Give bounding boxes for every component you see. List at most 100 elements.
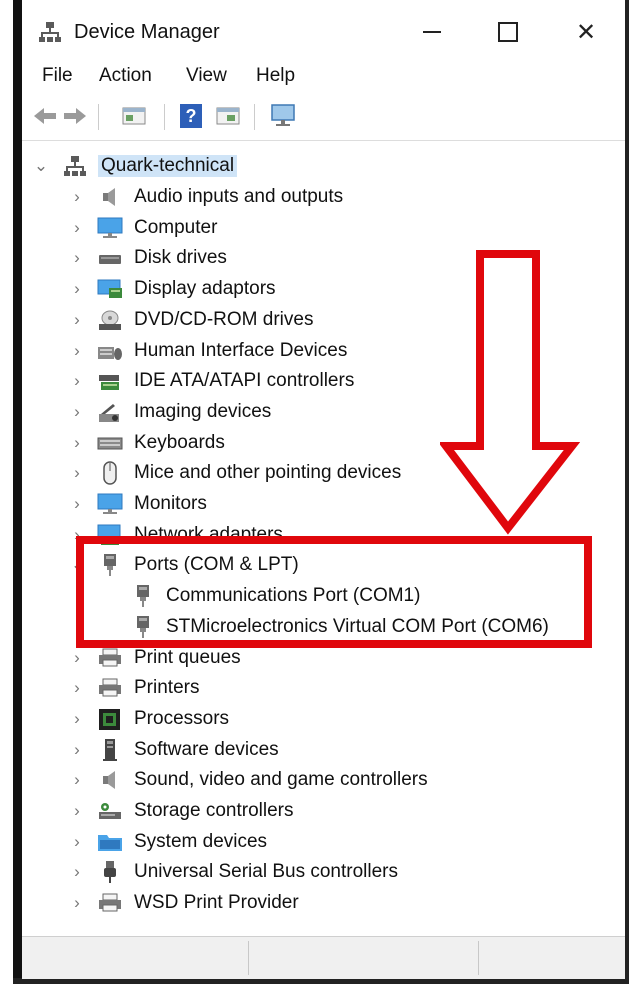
close-icon: ✕	[575, 18, 597, 46]
tree-item[interactable]: › Display adaptors	[22, 274, 622, 304]
tree-item[interactable]: › Printers	[22, 673, 622, 703]
chevron-right-icon[interactable]: ›	[70, 494, 84, 514]
chevron-right-icon[interactable]: ›	[70, 402, 84, 422]
tree-item[interactable]: › Keyboards	[22, 428, 622, 458]
chevron-right-icon[interactable]: ›	[70, 740, 84, 760]
tree-item[interactable]: › Storage controllers	[22, 796, 622, 826]
toolbar: ?	[22, 96, 625, 136]
scan-hardware-button[interactable]	[268, 102, 298, 130]
tree-item-label: Computer	[134, 216, 218, 238]
tree-item[interactable]: › Human Interface Devices	[22, 336, 622, 366]
chevron-down-icon[interactable]: ⌄	[71, 555, 85, 575]
menu-action[interactable]: Action	[99, 65, 152, 87]
menu-view[interactable]: View	[186, 65, 227, 87]
tree-item[interactable]: › Disk drives	[22, 243, 622, 273]
back-arrow-icon	[34, 108, 56, 124]
chevron-right-icon[interactable]: ›	[70, 218, 84, 238]
menu-file[interactable]: File	[42, 65, 73, 87]
window-edge-right	[625, 0, 629, 984]
tree-item-label: Monitors	[134, 493, 207, 514]
help-icon: ?	[180, 104, 202, 128]
tree-item-label: Storage controllers	[134, 800, 294, 821]
tree-item[interactable]: › System devices	[22, 827, 622, 857]
tree-item[interactable]: › Audio inputs and outputs	[22, 182, 622, 212]
help-button[interactable]: ?	[177, 102, 205, 130]
software-device-icon	[97, 738, 123, 762]
tree-item[interactable]: › Sound, video and game controllers	[22, 765, 622, 795]
chevron-right-icon[interactable]: ›	[70, 433, 84, 453]
tree-item-label: Human Interface Devices	[134, 339, 348, 361]
tree-item-label: Imaging devices	[134, 400, 272, 422]
display-adapter-icon	[97, 277, 123, 301]
network-adapter-icon	[97, 523, 123, 547]
menu-help[interactable]: Help	[256, 65, 295, 87]
tree-item[interactable]: › Universal Serial Bus controllers	[22, 857, 622, 887]
chevron-right-icon[interactable]: ›	[70, 893, 84, 913]
tree-child-item[interactable]: STMicroelectronics Virtual COM Port (COM…	[22, 612, 622, 642]
tree-item[interactable]: › Computer	[22, 213, 622, 243]
chevron-right-icon[interactable]: ›	[70, 678, 84, 698]
tree-item[interactable]: › Processors	[22, 704, 622, 734]
chevron-right-icon[interactable]: ›	[70, 463, 84, 483]
window-title: Device Manager	[74, 21, 220, 43]
tree-item-label: Network adapters	[134, 523, 283, 545]
chevron-right-icon[interactable]: ›	[70, 187, 84, 207]
tree-item-label: Disk drives	[134, 247, 227, 269]
tree-item[interactable]: › Imaging devices	[22, 397, 622, 427]
window-edge-left	[13, 0, 22, 984]
chevron-right-icon[interactable]: ›	[70, 801, 84, 821]
tree-item[interactable]: › Network adapters	[22, 520, 622, 550]
chevron-right-icon[interactable]: ›	[70, 770, 84, 790]
usb-icon	[97, 860, 123, 884]
folder-icon	[97, 830, 123, 854]
back-button[interactable]	[32, 102, 58, 130]
chevron-right-icon[interactable]: ›	[70, 525, 84, 545]
chevron-right-icon[interactable]: ›	[70, 341, 84, 361]
update-driver-icon	[216, 107, 240, 125]
monitor-icon	[97, 216, 123, 240]
close-button[interactable]: ✕	[556, 10, 616, 54]
page-margin	[0, 0, 13, 984]
tree-item[interactable]: › IDE ATA/ATAPI controllers	[22, 366, 622, 396]
toolbar-separator	[164, 104, 165, 130]
tree-item-label: STMicroelectronics Virtual COM Port (COM…	[166, 615, 549, 637]
properties-button[interactable]	[120, 102, 148, 130]
ide-controller-icon	[97, 369, 123, 393]
chevron-right-icon[interactable]: ›	[70, 279, 84, 299]
chevron-right-icon[interactable]: ›	[70, 371, 84, 391]
tree-item[interactable]: › DVD/CD-ROM drives	[22, 305, 622, 335]
maximize-button[interactable]	[478, 10, 538, 54]
keyboard-icon	[97, 431, 123, 455]
tree-item[interactable]: › Mice and other pointing devices	[22, 458, 622, 488]
chevron-down-icon[interactable]: ⌄	[34, 156, 48, 176]
hid-icon	[97, 339, 123, 363]
port-icon	[97, 553, 123, 577]
minimize-button[interactable]	[402, 10, 462, 54]
forward-button[interactable]	[62, 102, 88, 130]
chevron-right-icon[interactable]: ›	[70, 248, 84, 268]
update-driver-button[interactable]	[214, 102, 242, 130]
status-bar	[22, 936, 625, 979]
tree-root[interactable]: ⌄ Quark-technical	[22, 151, 622, 181]
chevron-right-icon[interactable]: ›	[70, 832, 84, 852]
tree-item-label: Ports (COM & LPT)	[134, 554, 299, 576]
tree-item[interactable]: ⌄ Ports (COM & LPT)	[22, 550, 622, 580]
tree-item[interactable]: › WSD Print Provider	[22, 888, 622, 918]
tree-item-label: Processors	[134, 707, 230, 729]
chevron-right-icon[interactable]: ›	[70, 862, 84, 882]
tree-item-label: Mice and other pointing devices	[134, 462, 402, 484]
tree-item[interactable]: › Monitors	[22, 489, 622, 519]
tree-item[interactable]: › Print queues	[22, 643, 622, 673]
maximize-icon	[498, 22, 518, 42]
tree-item[interactable]: › Software devices	[22, 735, 622, 765]
tree-item-label: Software devices	[134, 738, 279, 760]
tree-item-label: Display adaptors	[134, 278, 276, 300]
tree-child-item[interactable]: Communications Port (COM1)	[22, 581, 622, 611]
chevron-right-icon[interactable]: ›	[70, 648, 84, 668]
root-label[interactable]: Quark-technical	[98, 155, 238, 177]
chevron-right-icon[interactable]: ›	[70, 310, 84, 330]
forward-arrow-icon	[64, 108, 86, 124]
chevron-right-icon[interactable]: ›	[70, 709, 84, 729]
computer-tree-icon	[62, 154, 88, 178]
processor-icon	[97, 707, 123, 731]
